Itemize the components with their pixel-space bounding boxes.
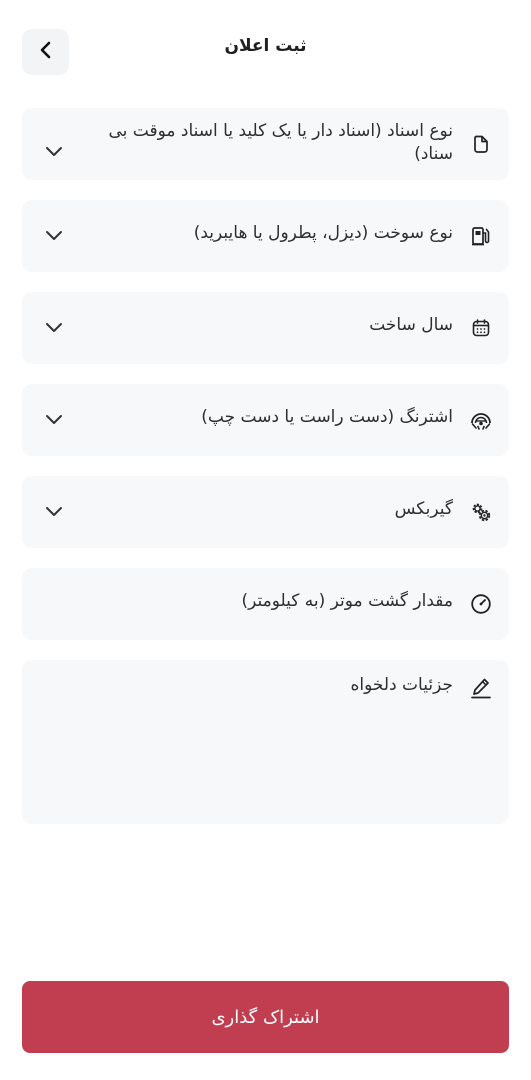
fuel-type-label: نوع سوخت (دیزل، پطرول یا هایبرید) [193, 223, 453, 243]
mileage-input[interactable]: مقدار گشت موتر (به کیلومتر) [22, 568, 509, 640]
pencil-icon [469, 676, 493, 700]
mileage-label: مقدار گشت موتر (به کیلومتر) [241, 591, 454, 611]
document-type-select[interactable]: نوع اسناد (اسناد دار یا یک کلید یا اسناد… [22, 108, 509, 180]
gearbox-label: گیربکس [394, 499, 453, 519]
steering-wheel-icon [469, 408, 493, 432]
page-title: ثبت اعلان [224, 36, 307, 56]
chevron-down-icon [42, 408, 66, 432]
year-label: سال ساخت [369, 315, 453, 335]
fuel-pump-icon [469, 224, 493, 248]
chevron-down-icon [42, 316, 66, 340]
steering-label: اشترنگ (دست راست یا دست چپ) [201, 407, 453, 427]
details-textarea[interactable]: جزئیات دلخواه [22, 660, 509, 824]
chevron-down-icon [42, 140, 66, 164]
chevron-down-icon [42, 500, 66, 524]
steering-select[interactable]: اشترنگ (دست راست یا دست چپ) [22, 384, 509, 456]
post-ad-screen: ثبت اعلان نوع اسناد (اسناد دار یا یک کلی… [0, 0, 531, 1080]
year-select[interactable]: سال ساخت [22, 292, 509, 364]
speedometer-icon [469, 592, 493, 616]
gears-icon [469, 500, 493, 524]
share-submit-button[interactable]: اشتراک گذاری [22, 981, 509, 1053]
calendar-icon [469, 316, 493, 340]
header: ثبت اعلان [0, 0, 531, 100]
chevron-down-icon [42, 224, 66, 248]
details-label: جزئیات دلخواه [350, 675, 453, 695]
gearbox-select[interactable]: گیربکس [22, 476, 509, 548]
document-icon [469, 132, 493, 156]
document-type-label: نوع اسناد (اسناد دار یا یک کلید یا اسناد… [108, 121, 453, 164]
fuel-type-select[interactable]: نوع سوخت (دیزل، پطرول یا هایبرید) [22, 200, 509, 272]
